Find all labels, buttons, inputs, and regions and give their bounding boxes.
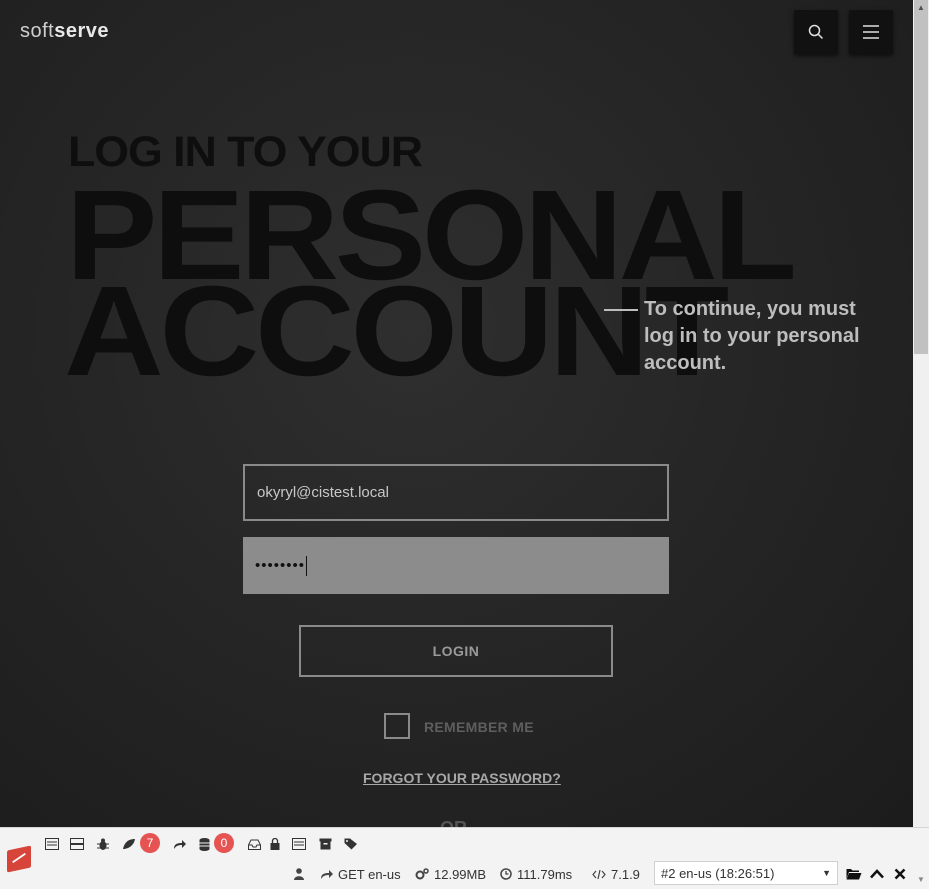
request-indicator[interactable]: GET en-us [320, 865, 401, 883]
memory-indicator[interactable]: 12.99MB [415, 865, 486, 883]
clock-icon [500, 868, 512, 880]
scrollbar-thumb[interactable] [914, 0, 928, 354]
email-value: okyryl@cistest.local [257, 484, 389, 501]
time-indicator[interactable]: 111.79ms [500, 865, 572, 883]
lock-icon[interactable] [266, 836, 284, 852]
search-icon [808, 24, 824, 40]
chevron-down-icon: ▼ [822, 868, 831, 878]
archive-icon[interactable] [316, 836, 334, 852]
heading-line-3: ACCOUNT [64, 260, 729, 403]
or-divider-text: OR [440, 818, 467, 827]
cogs-icon [415, 868, 429, 880]
logs-count-badge: 7 [140, 833, 160, 853]
text-caret [306, 555, 308, 576]
tags-icon[interactable] [342, 836, 360, 852]
request-text: GET en-us [338, 866, 401, 882]
bug-icon[interactable] [94, 836, 112, 852]
database-icon[interactable] [195, 836, 213, 852]
queries-count-badge: 0 [214, 833, 234, 853]
login-button[interactable]: LOGIN [299, 625, 613, 677]
search-button[interactable] [794, 10, 838, 54]
scroll-down-arrow-icon[interactable]: ▼ [913, 872, 929, 888]
logo-bold-text: serve [54, 20, 110, 42]
user-icon [294, 868, 304, 880]
remember-me-label[interactable]: REMEMBER ME [424, 719, 534, 735]
redirect-icon[interactable] [170, 836, 188, 852]
password-value: •••••••• [255, 557, 306, 574]
memory-text: 12.99MB [434, 866, 487, 882]
debug-toolbar-logo-icon[interactable] [7, 845, 31, 873]
request-panel-icon[interactable] [43, 836, 61, 852]
code-icon [592, 869, 606, 879]
softserve-logo[interactable]: softserve [20, 20, 109, 43]
time-text: 111.79ms [517, 866, 573, 882]
tagline-dash [604, 309, 638, 311]
history-selected-text: #2 en-us (18:26:51) [661, 865, 775, 881]
version-text: 7.1.9 [611, 866, 640, 882]
inbox-icon[interactable] [245, 836, 263, 852]
debug-toolbar: 7 0 GET en-us 12.99MB 111.79ms 7.1.9 #2 … [0, 827, 929, 889]
menu-button[interactable] [849, 10, 893, 54]
close-icon[interactable] [891, 865, 909, 883]
request-history-select[interactable]: #2 en-us (18:26:51) ▼ [654, 861, 838, 885]
email-field[interactable]: okyryl@cistest.local [243, 464, 669, 521]
logo-light-text: soft [20, 20, 55, 42]
version-indicator[interactable]: 7.1.9 [592, 865, 640, 883]
open-folder-icon[interactable] [845, 865, 863, 883]
scroll-up-arrow-icon[interactable]: ▲ [913, 0, 929, 16]
chevron-up-icon[interactable] [868, 865, 886, 883]
hamburger-menu-icon [863, 25, 879, 39]
share-icon [321, 869, 333, 879]
login-page: softserve LOG IN TO YOUR PERSONAL ACCOUN… [0, 0, 913, 827]
forgot-password-link[interactable]: FORGOT YOUR PASSWORD? [363, 770, 561, 786]
password-field[interactable]: •••••••• [243, 537, 669, 594]
view-panel-icon[interactable] [290, 836, 308, 852]
server-panel-icon[interactable] [68, 836, 86, 852]
tagline: To continue, you must log in to your per… [644, 298, 860, 374]
leaf-icon[interactable] [120, 836, 138, 852]
user-indicator[interactable] [294, 865, 304, 883]
remember-me-checkbox[interactable] [384, 713, 410, 739]
